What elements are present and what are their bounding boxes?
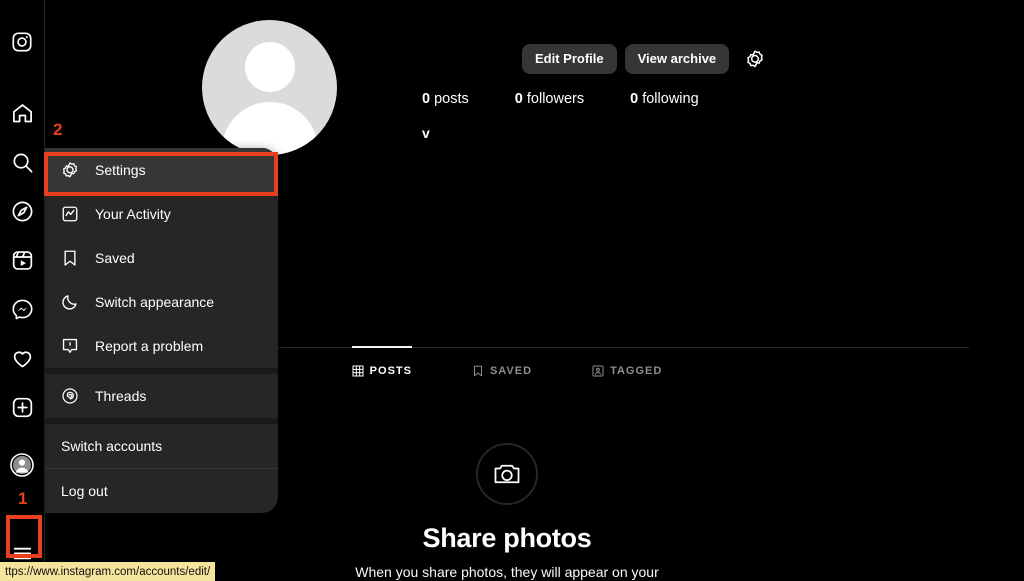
following-label: following (642, 91, 699, 107)
profile-bio: v (422, 125, 430, 141)
home-icon[interactable] (4, 95, 40, 131)
avatar-head (244, 42, 295, 92)
stat-following[interactable]: 0 following (630, 91, 699, 107)
menu-item-switch-accounts[interactable]: Switch accounts (45, 424, 278, 468)
explore-icon[interactable] (4, 193, 40, 229)
menu-item-your-activity[interactable]: Your Activity (45, 192, 278, 236)
following-count: 0 (630, 91, 639, 107)
settings-gear-icon[interactable] (743, 47, 767, 71)
threads-icon (61, 387, 79, 405)
exclamation-icon (61, 337, 79, 355)
menu-item-switch-appearance-label: Switch appearance (95, 294, 215, 310)
messages-icon[interactable] (4, 291, 40, 327)
menu-item-switch-accounts-label: Switch accounts (61, 438, 163, 454)
menu-item-threads-label: Threads (95, 388, 147, 404)
posts-label: posts (434, 91, 469, 107)
bookmark-icon (61, 249, 79, 267)
stat-followers[interactable]: 0 followers (515, 91, 584, 107)
bookmark-icon (472, 365, 484, 377)
stat-posts: 0 posts (422, 91, 469, 107)
followers-label: followers (526, 91, 585, 107)
empty-state-title: Share photos (422, 523, 592, 553)
menu-item-report-a-problem-label: Report a problem (95, 338, 204, 354)
status-bar-url: ttps://www.instagram.com/accounts/edit/ (0, 562, 216, 581)
profile-action-buttons: Edit Profile View archive (522, 44, 767, 74)
profile-avatar-icon[interactable] (4, 447, 40, 483)
posts-count: 0 (422, 91, 431, 107)
instagram-profile-page: Edit Profile View archive 0 posts 0 foll… (0, 0, 1024, 581)
create-plus-icon[interactable] (4, 389, 40, 425)
view-archive-button[interactable]: View archive (624, 44, 730, 74)
menu-item-log-out[interactable]: Log out (45, 469, 278, 513)
menu-item-log-out-label: Log out (61, 483, 108, 499)
moon-icon (61, 293, 79, 311)
empty-state-subtitle: When you share photos, they will appear … (355, 564, 659, 580)
profile-avatar-large[interactable] (202, 20, 337, 155)
tab-tagged-label: TAGGED (610, 365, 663, 377)
profile-stats: 0 posts 0 followers 0 following (422, 91, 745, 107)
menu-item-saved[interactable]: Saved (45, 236, 278, 280)
tab-saved[interactable]: SAVED (472, 347, 532, 377)
tab-posts[interactable]: POSTS (351, 346, 413, 377)
menu-item-settings[interactable]: Settings (45, 148, 278, 192)
annotation-marker-2: 2 (53, 120, 63, 139)
tagged-person-icon (592, 365, 604, 377)
activity-chart-icon (61, 205, 79, 223)
gear-icon (61, 161, 79, 179)
notifications-heart-icon[interactable] (4, 340, 40, 376)
camera-icon (476, 443, 538, 505)
reels-icon[interactable] (4, 242, 40, 278)
menu-item-saved-label: Saved (95, 250, 135, 266)
more-dropdown-menu: Settings Your Activity Saved Switch appe… (45, 148, 278, 513)
menu-item-threads[interactable]: Threads (45, 374, 278, 418)
menu-item-settings-label: Settings (95, 162, 146, 178)
tab-posts-label: POSTS (369, 365, 412, 377)
tab-tagged[interactable]: TAGGED (592, 347, 662, 377)
grid-icon (352, 365, 364, 377)
annotation-marker-1: 1 (18, 489, 28, 508)
search-icon[interactable] (4, 144, 40, 180)
followers-count: 0 (514, 91, 523, 107)
menu-item-your-activity-label: Your Activity (95, 206, 171, 222)
edit-profile-button[interactable]: Edit Profile (522, 44, 617, 74)
menu-item-switch-appearance[interactable]: Switch appearance (45, 280, 278, 324)
instagram-logo-icon[interactable] (4, 24, 40, 60)
tab-saved-label: SAVED (489, 365, 533, 377)
menu-item-report-a-problem[interactable]: Report a problem (45, 324, 278, 368)
